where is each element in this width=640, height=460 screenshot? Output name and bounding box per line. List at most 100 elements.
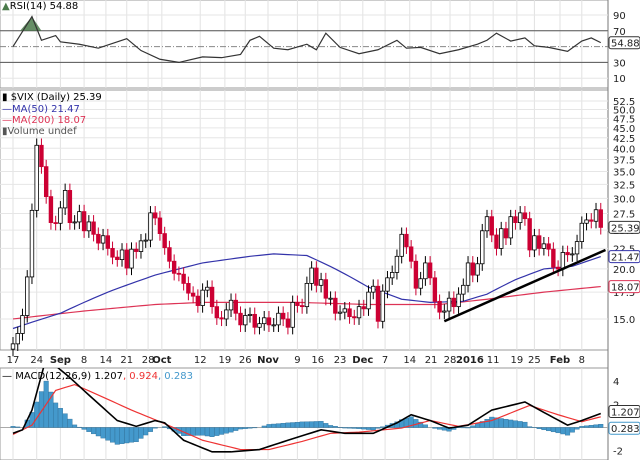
macd-histogram-bar <box>332 426 338 428</box>
macd-legend: — MACD(12,26,9) 1.207, 0.924, 0.283 <box>2 371 193 382</box>
candle-body <box>465 262 471 286</box>
candle-body <box>167 247 172 262</box>
candle-body <box>484 216 490 232</box>
rsi-line <box>12 15 602 64</box>
price-tick-label: 30.0 <box>613 194 635 205</box>
date-tick-label: 21 <box>425 355 438 366</box>
candle-body <box>100 235 106 244</box>
price-tick-label: 37.5 <box>613 156 635 167</box>
macd-value-label-hist: 0.283 <box>611 424 640 435</box>
rsi-value-label: 54.88 <box>611 39 640 50</box>
macd-signal-line <box>12 383 601 451</box>
macd-histogram-bar <box>67 418 73 428</box>
candle-body <box>299 305 305 308</box>
macd-histogram-bar <box>110 427 116 443</box>
price-legend: ▮ $VIX (Daily) 25.39 <box>2 92 102 103</box>
candle-body <box>48 196 54 223</box>
date-tick-label: 14 <box>100 355 113 366</box>
candle-body <box>219 317 224 320</box>
macd-histogram-bar <box>328 425 334 428</box>
candle-body <box>380 290 385 322</box>
candle-body <box>432 277 438 302</box>
candle-body <box>314 267 319 286</box>
date-tick-label: 7 <box>382 355 388 366</box>
macd-histogram-bar <box>380 426 386 428</box>
macd-histogram-bar <box>361 427 367 430</box>
rsi-tick-label: 70 <box>613 27 626 38</box>
candle-body <box>579 222 584 242</box>
date-tick-label: 23 <box>334 355 347 366</box>
macd-histogram-bar <box>261 425 267 428</box>
macd-histogram-bar <box>81 427 87 430</box>
macd-histogram-bar <box>565 427 571 436</box>
candle-body <box>214 306 220 319</box>
candle-body <box>39 144 44 168</box>
macd-tick-label: -2 <box>613 447 623 458</box>
date-tick-label: Nov <box>257 355 279 366</box>
volume-legend: ▮Volume undef <box>2 126 77 137</box>
macd-histogram-bar <box>219 427 225 435</box>
candle-body <box>589 219 594 222</box>
candle-body <box>200 289 205 306</box>
macd-histogram-bar <box>432 427 438 429</box>
macd-histogram-bar <box>266 424 272 428</box>
macd-value-label-macd: 1.207 <box>611 407 640 418</box>
candle-body <box>574 241 580 255</box>
candle-body <box>503 228 509 239</box>
price-tick-label: 20.0 <box>613 265 635 276</box>
candle-body <box>304 283 310 308</box>
date-tick-label: 25 <box>528 355 541 366</box>
candle-body <box>555 266 561 270</box>
candle-body <box>499 228 504 249</box>
candle-body <box>10 343 16 350</box>
macd-histogram-bar <box>527 426 533 428</box>
macd-histogram-bar <box>152 427 158 429</box>
macd-histogram-bar <box>304 421 310 428</box>
macd-histogram-bar <box>271 423 277 428</box>
rsi-tick-label: 30 <box>613 58 626 69</box>
macd-histogram-bar <box>209 427 215 437</box>
macd-histogram-bar <box>579 426 585 428</box>
candle-body <box>489 216 494 236</box>
macd-histogram-bar <box>190 427 196 436</box>
ma50-legend: —MA(50) 21.47 <box>2 104 80 115</box>
candle-body <box>522 212 528 220</box>
date-tick-label: Feb <box>550 355 570 366</box>
candle-body <box>138 240 144 252</box>
macd-histogram-bar <box>114 427 120 445</box>
candle-body <box>58 207 63 224</box>
candle-body <box>328 297 333 300</box>
macd-histogram-bar <box>437 427 443 430</box>
date-tick-label: 11 <box>487 355 500 366</box>
candle-body <box>72 221 77 224</box>
candle-body <box>25 276 30 316</box>
macd-histogram-bar <box>475 423 481 428</box>
candle-body <box>451 297 457 308</box>
macd-histogram-bar <box>242 427 248 429</box>
macd-histogram-bar <box>508 419 514 428</box>
price-value-label-close: 25.39 <box>611 223 640 234</box>
date-tick-label: 8 <box>579 355 585 366</box>
candle-body <box>105 235 110 249</box>
candle-body <box>361 306 366 310</box>
macd-histogram-bar <box>366 427 372 430</box>
candle-body <box>508 216 513 239</box>
candle-body <box>119 249 125 260</box>
macd-histogram-bar <box>351 427 357 429</box>
candle-body <box>110 248 115 258</box>
macd-histogram-bar <box>503 419 509 428</box>
macd-histogram-bar <box>143 427 149 436</box>
macd-histogram-bar <box>204 427 210 437</box>
candle-body <box>475 263 480 276</box>
candle-body <box>228 299 234 311</box>
candle-body <box>352 316 357 319</box>
macd-histogram-bar <box>280 423 286 428</box>
candle-body <box>423 262 428 280</box>
candle-body <box>247 313 253 316</box>
candle-body <box>91 221 96 235</box>
date-tick-label: 14 <box>403 355 416 366</box>
macd-histogram-bar <box>560 427 566 435</box>
candle-body <box>394 255 400 273</box>
candle-body <box>62 190 68 209</box>
macd-histogram-bar <box>228 427 234 433</box>
